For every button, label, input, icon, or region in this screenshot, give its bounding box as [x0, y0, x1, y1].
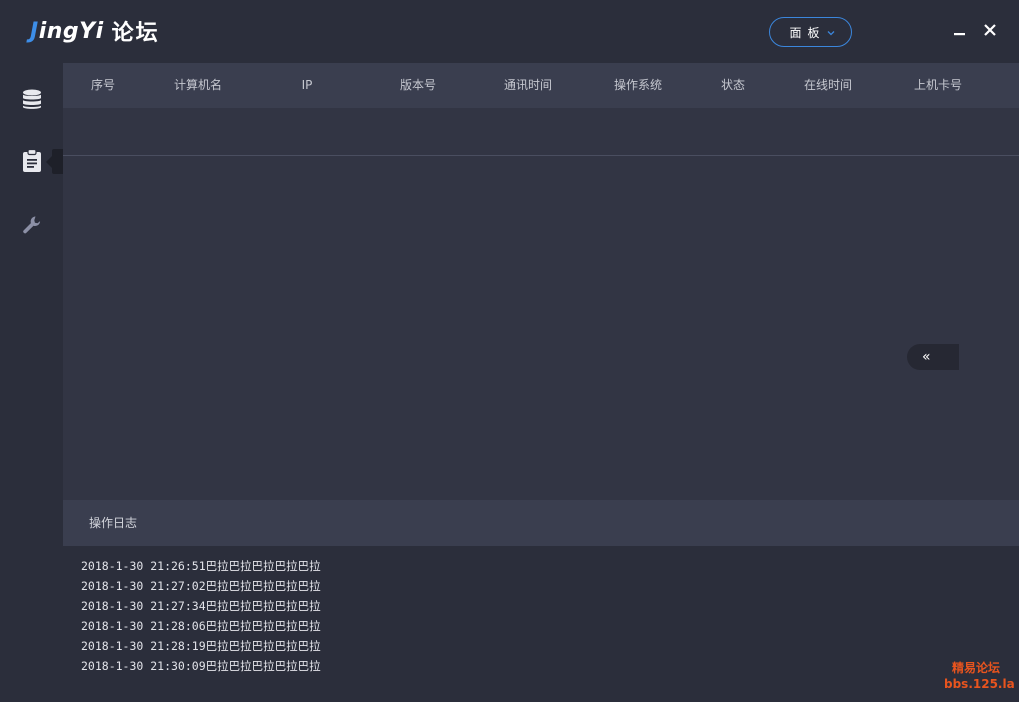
app-logo: JingYi 论坛: [30, 14, 160, 48]
collapse-panel-button[interactable]: «: [907, 344, 959, 370]
watermark: 精易论坛 bbs.125.la: [944, 660, 1015, 692]
wrench-icon: [23, 216, 41, 234]
log-entry: 2018-1-30 21:26:51巴拉巴拉巴拉巴拉巴拉: [81, 559, 321, 573]
operation-log: 操作日志 2018-1-30 21:26:51巴拉巴拉巴拉巴拉巴拉 2018-1…: [63, 500, 1019, 702]
clipboard-icon: [23, 149, 41, 172]
log-entry: 2018-1-30 21:30:09巴拉巴拉巴拉巴拉巴拉: [81, 659, 321, 673]
panel-dropdown[interactable]: 面板: [769, 17, 852, 47]
table-header: 序号 计算机名 IP 版本号 通讯时间 操作系统 状态 在线时间 上机卡号: [63, 63, 1019, 108]
sidebar-item-log[interactable]: [14, 143, 50, 179]
column-header-online-time[interactable]: 在线时间: [804, 63, 852, 108]
sidebar-item-database[interactable]: [14, 81, 50, 117]
sidebar-item-tools[interactable]: [14, 207, 50, 243]
log-title: 操作日志: [89, 516, 138, 530]
panel-dropdown-label: 面板: [789, 25, 826, 40]
table-row-divider: [63, 155, 1019, 156]
watermark-line1: 精易论坛: [951, 661, 1000, 675]
double-chevron-left-icon: «: [922, 349, 931, 365]
log-list: 2018-1-30 21:26:51巴拉巴拉巴拉巴拉巴拉 2018-1-30 2…: [81, 556, 321, 676]
column-header-comm-time[interactable]: 通讯时间: [504, 63, 552, 108]
column-header-ip[interactable]: IP: [302, 63, 313, 108]
log-entry: 2018-1-30 21:28:19巴拉巴拉巴拉巴拉巴拉: [81, 639, 321, 653]
title-bar: JingYi 论坛 面板: [0, 0, 1019, 63]
logo-text: JingYi: [30, 18, 104, 44]
column-header-computer[interactable]: 计算机名: [174, 63, 222, 108]
database-icon: [23, 89, 41, 109]
close-icon: [984, 24, 996, 36]
close-button[interactable]: [978, 18, 1002, 42]
client-table: 序号 计算机名 IP 版本号 通讯时间 操作系统 状态 在线时间 上机卡号: [63, 63, 1019, 500]
watermark-line2: bbs.125.la: [944, 677, 1015, 691]
log-entry: 2018-1-30 21:27:34巴拉巴拉巴拉巴拉巴拉: [81, 599, 321, 613]
column-header-index[interactable]: 序号: [91, 63, 115, 108]
minimize-button[interactable]: [948, 18, 972, 42]
chevron-down-icon: [826, 27, 836, 37]
column-header-card-number[interactable]: 上机卡号: [914, 63, 962, 108]
logo-cjk-text: 论坛: [111, 21, 160, 46]
log-entry: 2018-1-30 21:27:02巴拉巴拉巴拉巴拉巴拉: [81, 579, 321, 593]
column-header-os[interactable]: 操作系统: [614, 63, 662, 108]
log-header: 操作日志: [63, 500, 1019, 546]
column-header-status[interactable]: 状态: [721, 63, 745, 108]
log-entry: 2018-1-30 21:28:06巴拉巴拉巴拉巴拉巴拉: [81, 619, 321, 633]
column-header-version[interactable]: 版本号: [400, 63, 436, 108]
minimize-icon: [954, 33, 965, 36]
